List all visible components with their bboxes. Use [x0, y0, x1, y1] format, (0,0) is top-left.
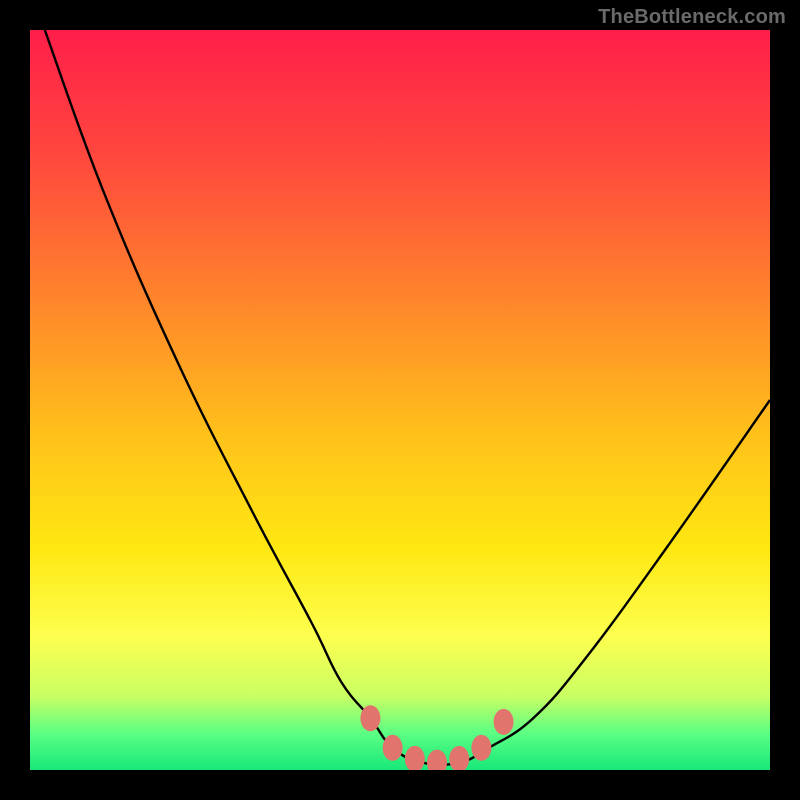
marker-point: [427, 750, 447, 770]
bottleneck-curve: [45, 30, 770, 765]
marker-point: [449, 746, 469, 770]
marker-point: [405, 746, 425, 770]
marker-point: [471, 735, 491, 761]
chart-frame: TheBottleneck.com: [0, 0, 800, 800]
marker-point: [360, 705, 380, 731]
chart-svg: [30, 30, 770, 770]
plot-area: [30, 30, 770, 770]
curve-layer: [45, 30, 770, 765]
marker-point: [383, 735, 403, 761]
watermark-text: TheBottleneck.com: [598, 6, 786, 29]
marker-point: [494, 709, 514, 735]
